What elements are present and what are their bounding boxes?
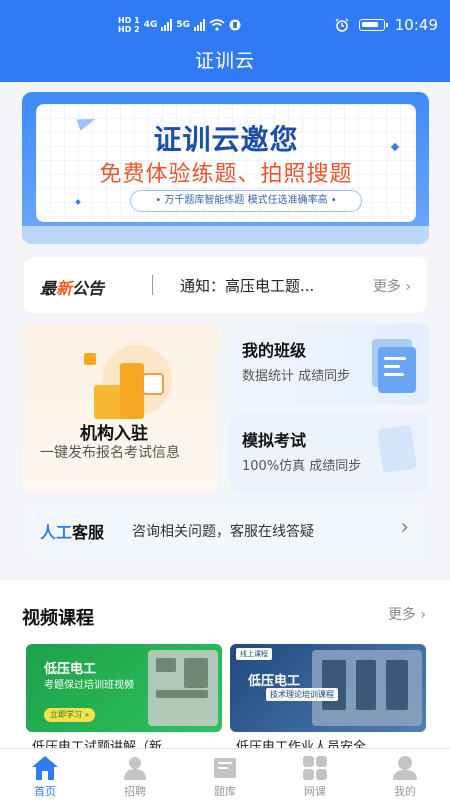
user-icon xyxy=(393,756,417,780)
customer-service-bar[interactable]: 人工客服 咨询相关问题，客服在线答疑 › xyxy=(24,501,427,557)
tab-home[interactable]: 首页 xyxy=(0,749,90,800)
promo-banner[interactable]: 证训云邀您 免费体验练题、拍照搜题 • 万千题库智能练题 模式任选准确率高 • xyxy=(22,92,429,244)
chevron-right-icon: › xyxy=(405,279,411,295)
institution-title: 机构入驻 xyxy=(80,424,148,444)
signal-icon xyxy=(161,19,173,31)
banner-pill: • 万千题库智能练题 模式任选准确率高 • xyxy=(130,190,362,212)
wifi-icon xyxy=(209,19,225,31)
tab-question-bank[interactable]: 题库 xyxy=(180,749,270,800)
building-illustration-icon xyxy=(84,345,176,425)
app-header: HD 1 HD 2 4G 5G 10:49 证训云 xyxy=(0,0,450,82)
announcement-bar[interactable]: 最新公告 通知：高压电工题... 更多 › xyxy=(24,257,427,313)
customer-service-text: 咨询相关问题，客服在线答疑 xyxy=(132,524,314,540)
tab-online-course[interactable]: 网课 xyxy=(270,749,360,800)
video-thumbnail[interactable]: 线上课程 低压电工 技术理论培训课程 xyxy=(230,644,426,732)
announcement-text[interactable]: 通知：高压电工题... xyxy=(180,275,314,296)
chevron-right-icon: › xyxy=(420,607,426,623)
institution-desc: 一键发布报名考试信息 xyxy=(40,445,180,461)
video-more-link[interactable]: 更多 › xyxy=(388,604,426,624)
tab-mine[interactable]: 我的 xyxy=(360,749,450,800)
status-bar: HD 1 HD 2 4G 5G 10:49 xyxy=(0,0,450,46)
customer-service-label: 人工客服 xyxy=(40,523,105,542)
video-courses-section: 视频课程 更多 › 低压电工 考题保过培训班视频 立即学习 » 低压电工试题讲解… xyxy=(0,580,450,755)
banner-base xyxy=(22,226,429,244)
institution-card[interactable]: 机构入驻 一键发布报名考试信息 xyxy=(22,323,218,493)
sparkle-icon xyxy=(75,199,81,205)
my-class-desc: 数据统计 成绩同步 xyxy=(242,369,351,384)
exam-paper-illustration-icon xyxy=(377,424,420,477)
clock: 10:49 xyxy=(394,16,438,34)
video-card[interactable]: 低压电工 考题保过培训班视频 立即学习 » 低压电工试题讲解（新... xyxy=(26,644,222,755)
learn-now-button[interactable]: 立即学习 » xyxy=(44,708,96,722)
banner-panel: 证训云邀您 免费体验练题、拍照搜题 • 万千题库智能练题 模式任选准确率高 • xyxy=(36,104,416,222)
banner-subline: 免费体验练题、拍照搜题 xyxy=(99,162,353,187)
alarm-icon xyxy=(335,18,349,32)
network-indicators: HD 1 HD 2 4G 5G xyxy=(118,14,241,36)
chevron-right-icon[interactable]: › xyxy=(400,515,409,540)
equipment-image xyxy=(148,650,218,726)
person-icon xyxy=(124,757,146,780)
mock-exam-desc: 100%仿真 成绩同步 xyxy=(242,459,362,474)
network-type-2: 5G xyxy=(176,20,190,30)
announcement-label: 最新公告 xyxy=(40,279,105,298)
my-class-card[interactable]: 我的班级 数据统计 成绩同步 xyxy=(230,323,429,405)
grid-icon xyxy=(303,756,327,780)
book-icon xyxy=(214,758,236,778)
banner-headline: 证训云邀您 xyxy=(153,123,299,156)
network-type-1: 4G xyxy=(143,20,158,30)
nfc-icon xyxy=(229,19,241,31)
status-right: 10:49 xyxy=(335,14,438,36)
tab-recruitment[interactable]: 招聘 xyxy=(90,749,180,800)
video-card[interactable]: 线上课程 低压电工 技术理论培训课程 低压电工作业人员安全... xyxy=(230,644,426,755)
section-title: 视频课程 xyxy=(22,608,94,629)
divider xyxy=(152,275,153,295)
video-thumbnail[interactable]: 低压电工 考题保过培训班视频 立即学习 » xyxy=(26,644,222,732)
statistics-illustration-icon xyxy=(368,333,420,395)
hd-indicator: HD 1 HD 2 xyxy=(118,16,140,34)
page-title: 证训云 xyxy=(194,50,255,72)
battery-icon xyxy=(358,19,388,31)
my-class-title: 我的班级 xyxy=(242,341,307,360)
bottom-tab-bar: 首页 招聘 题库 网课 我的 xyxy=(0,748,450,800)
home-icon xyxy=(32,756,58,780)
signal-icon-2 xyxy=(194,19,205,31)
mock-exam-title: 模拟考试 xyxy=(242,431,307,450)
announcement-more-link[interactable]: 更多 › xyxy=(373,276,411,296)
mock-exam-card[interactable]: 模拟考试 100%仿真 成绩同步 xyxy=(230,413,429,493)
